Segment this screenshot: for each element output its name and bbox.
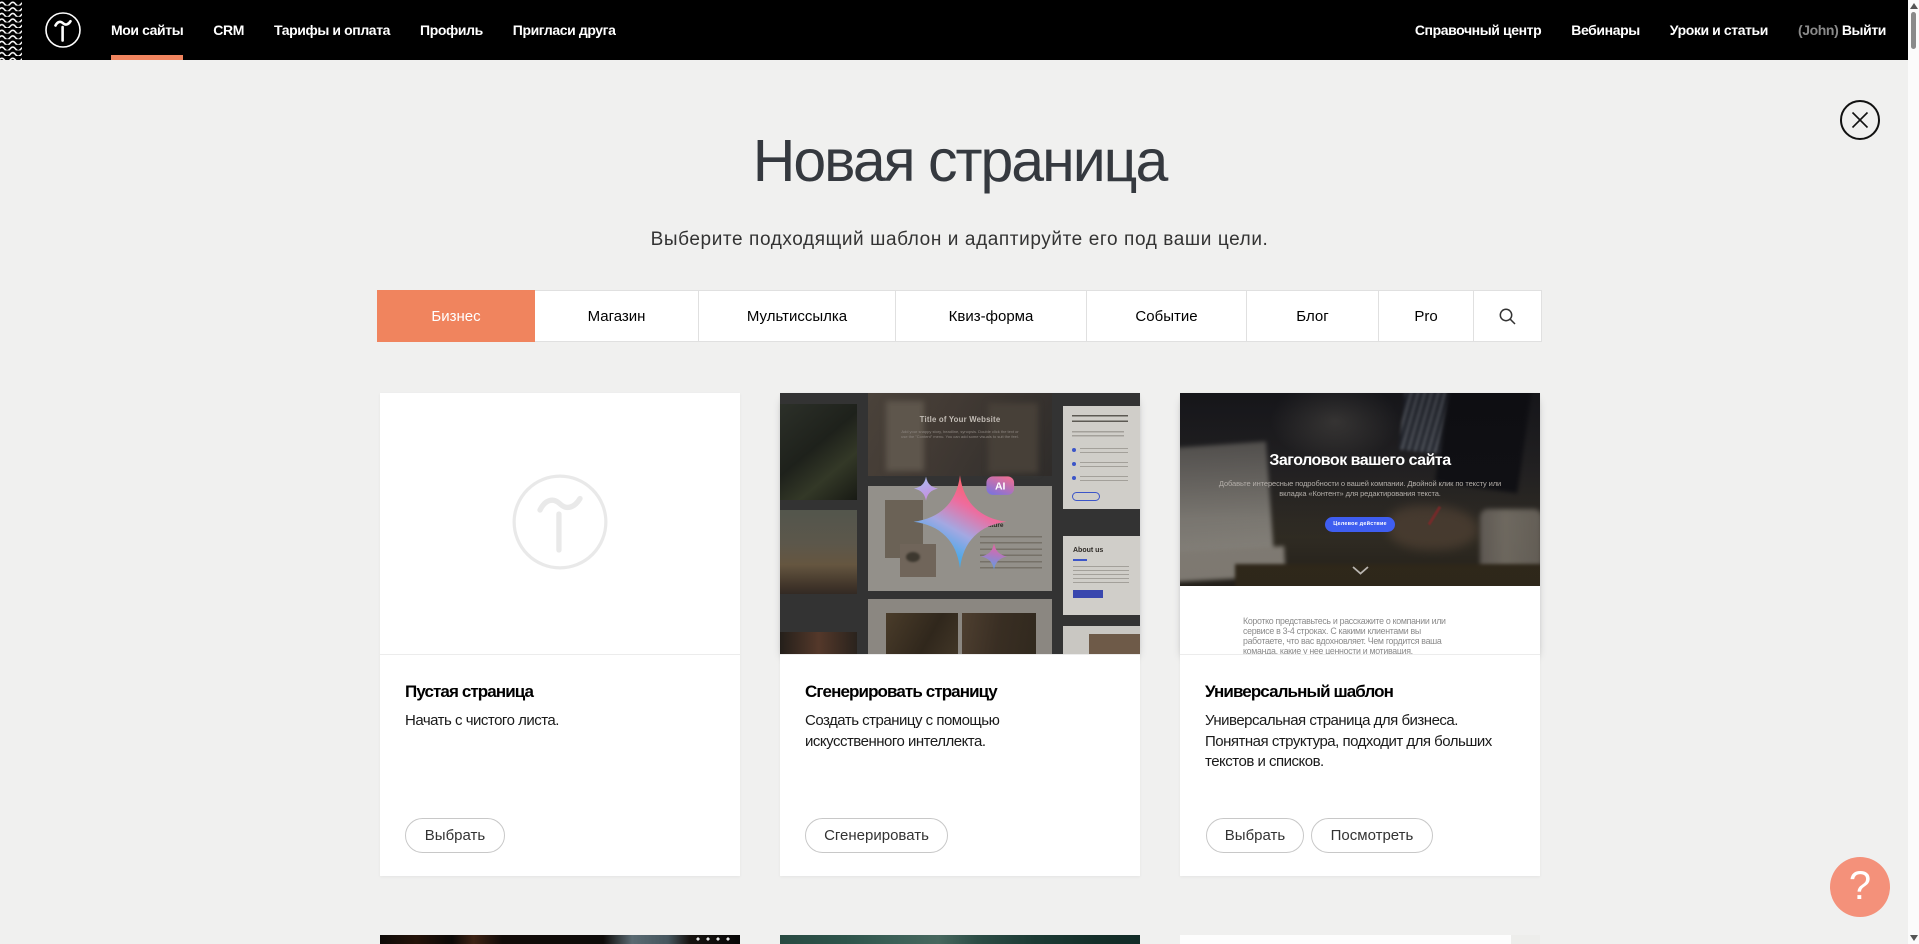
svg-text:AI: AI (995, 481, 1006, 493)
